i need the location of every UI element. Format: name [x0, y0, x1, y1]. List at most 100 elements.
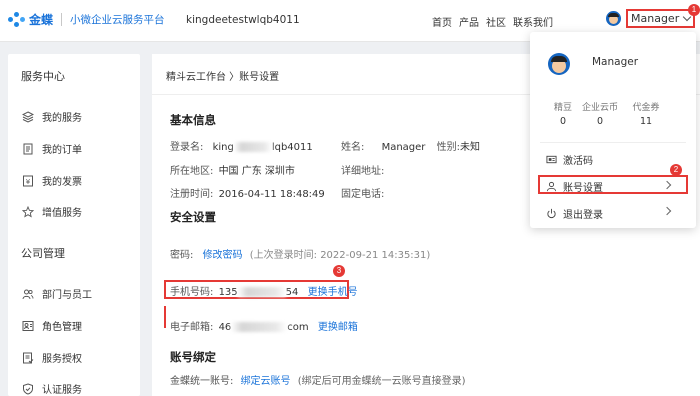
bind-cloud-account-link[interactable]: 绑定云账号	[241, 376, 291, 387]
invoice-icon: ¥	[23, 175, 33, 186]
highlight-marker	[164, 306, 166, 328]
brand-name: 金蝶	[29, 13, 54, 27]
password-row: 密码: 修改密码 (上次登录时间: 2022-09-21 14:35:31)	[170, 246, 430, 261]
name-value: Manager	[381, 142, 426, 153]
svg-text:¥: ¥	[26, 178, 31, 186]
security-title: 安全设置	[170, 210, 216, 224]
stat-value: 11	[639, 116, 653, 127]
avatar	[548, 53, 570, 75]
authorize-icon	[23, 352, 34, 363]
user-menu-trigger[interactable]: Manager	[606, 9, 696, 28]
breadcrumb[interactable]: 精斗云工作台 〉账号设置	[166, 68, 279, 83]
user-name: Manager	[631, 12, 680, 25]
mobile-row: 手机号码: 135 54 更换手机号	[170, 283, 358, 298]
menu-item-activation-code[interactable]: 激活码	[546, 152, 593, 167]
sidebar-section-company: 公司管理	[21, 247, 65, 260]
nav-products[interactable]: 产品	[459, 14, 479, 29]
register-time-label: 注册时间:	[170, 189, 214, 200]
login-name-row: 登录名: king lqb4011	[170, 138, 313, 153]
sidebar-item-my-invoices[interactable]: ¥ 我的发票	[22, 173, 82, 188]
email-label: 电子邮箱:	[170, 322, 214, 333]
fixed-phone-label: 固定电话:	[341, 189, 385, 200]
menu-item-account-settings[interactable]: 账号设置	[546, 179, 603, 194]
menu-item-logout[interactable]: 退出登录	[546, 206, 603, 221]
sidebar-item-label: 部门与员工	[42, 290, 92, 301]
nav-contact[interactable]: 联系我们	[513, 14, 553, 29]
sidebar-item-authorization[interactable]: 服务授权	[22, 350, 82, 365]
logo-divider	[61, 13, 63, 26]
region-value: 中国 广东 深圳市	[218, 166, 295, 177]
sidebar-item-my-orders[interactable]: 我的订单	[22, 141, 82, 156]
sidebar-item-value-added[interactable]: 增值服务	[22, 204, 82, 219]
sidebar-item-label: 增值服务	[42, 208, 82, 219]
sidebar-item-departments[interactable]: 部门与员工	[22, 286, 92, 301]
stat-voucher[interactable]: 代金券 11	[621, 100, 671, 127]
role-icon	[22, 320, 34, 331]
gender-label: 性别:	[436, 142, 460, 153]
document-icon	[23, 143, 33, 154]
kingdee-account-row: 金蝶统一账号: 绑定云账号 (绑定后可用金蝶统一云账号直接登录)	[170, 372, 466, 387]
power-icon	[547, 208, 556, 219]
menu-item-label: 退出登录	[563, 210, 603, 221]
sidebar-item-roles[interactable]: 角色管理	[22, 318, 82, 333]
stat-label: 精豆	[553, 103, 572, 113]
nav-home[interactable]: 首页	[432, 14, 452, 29]
kingdee-logo-icon	[8, 11, 26, 28]
avatar[interactable]	[606, 11, 621, 26]
stat-label: 企业云币	[581, 103, 618, 113]
change-mobile-link[interactable]: 更换手机号	[308, 287, 358, 298]
mobile-prefix: 135	[218, 287, 238, 298]
star-icon	[22, 205, 34, 218]
sidebar-item-label: 我的发票	[42, 177, 82, 188]
annotation-badge-3: 3	[333, 265, 345, 277]
sidebar-item-label: 角色管理	[42, 322, 82, 333]
email-suffix: com	[287, 322, 309, 333]
mobile-suffix: 54	[285, 287, 299, 298]
kingdee-account-label: 金蝶统一账号:	[170, 376, 234, 387]
annotation-badge-1: 1	[688, 4, 700, 16]
user-name-button[interactable]: Manager	[626, 9, 696, 28]
user-icon	[546, 181, 557, 192]
redacted-mask	[233, 142, 272, 152]
annotation-badge-2: 2	[670, 164, 682, 176]
region-row: 所在地区: 中国 广东 深圳市	[170, 162, 295, 177]
layers-icon	[22, 110, 34, 123]
login-name-prefix: king	[212, 142, 234, 153]
stat-label: 代金券	[632, 103, 660, 113]
region-label: 所在地区:	[170, 166, 214, 177]
sidebar-item-label: 我的服务	[42, 113, 82, 124]
name-row: 姓名: Manager 性别:未知	[341, 138, 480, 153]
sidebar-item-certification[interactable]: 认证服务	[22, 381, 82, 396]
name-label: 姓名:	[341, 142, 365, 153]
logo[interactable]: 金蝶 小微企业云服务平台	[8, 11, 165, 28]
change-password-link[interactable]: 修改密码	[203, 250, 243, 261]
sidebar-item-label: 服务授权	[42, 354, 82, 365]
redacted-mask	[231, 322, 288, 332]
email-row: 电子邮箱: 46 com 更换邮箱	[170, 318, 358, 333]
stat-enterprise-coin[interactable]: 企业云币 0	[575, 100, 625, 127]
nav-community[interactable]: 社区	[486, 14, 506, 29]
sidebar-item-my-services[interactable]: 我的服务	[22, 109, 82, 124]
change-email-link[interactable]: 更换邮箱	[318, 322, 358, 333]
binding-note: (绑定后可用金蝶统一云账号直接登录)	[297, 376, 466, 387]
top-nav: 首页 产品 社区 联系我们	[432, 14, 553, 29]
mobile-label: 手机号码:	[170, 287, 214, 298]
activation-code-icon	[546, 155, 557, 164]
gender-value: 未知	[459, 142, 480, 153]
sidebar: 服务中心 我的服务 我的订单 ¥ 我的发票 增值服务 公司管理 部门与员工 角色…	[8, 54, 140, 396]
chevron-right-icon	[662, 206, 672, 216]
divider	[540, 142, 686, 143]
binding-title: 账号绑定	[170, 350, 216, 364]
menu-item-label: 账号设置	[563, 183, 603, 194]
user-dropdown-menu: Manager 精豆 0 企业云币 0 代金券 11 激活码 2 账号设置 退出…	[530, 32, 696, 228]
platform-subtitle: 小微企业云服务平台	[70, 14, 165, 26]
dropdown-user-name: Manager	[592, 56, 639, 68]
shield-icon	[23, 382, 33, 395]
sidebar-item-label: 认证服务	[42, 385, 82, 396]
account-name: kingdeetestwlqb4011	[186, 14, 300, 26]
login-name-suffix: lqb4011	[271, 142, 313, 153]
people-icon	[22, 289, 34, 299]
email-prefix: 46	[218, 322, 232, 333]
address-label: 详细地址:	[341, 166, 385, 177]
login-name-label: 登录名:	[170, 142, 204, 153]
